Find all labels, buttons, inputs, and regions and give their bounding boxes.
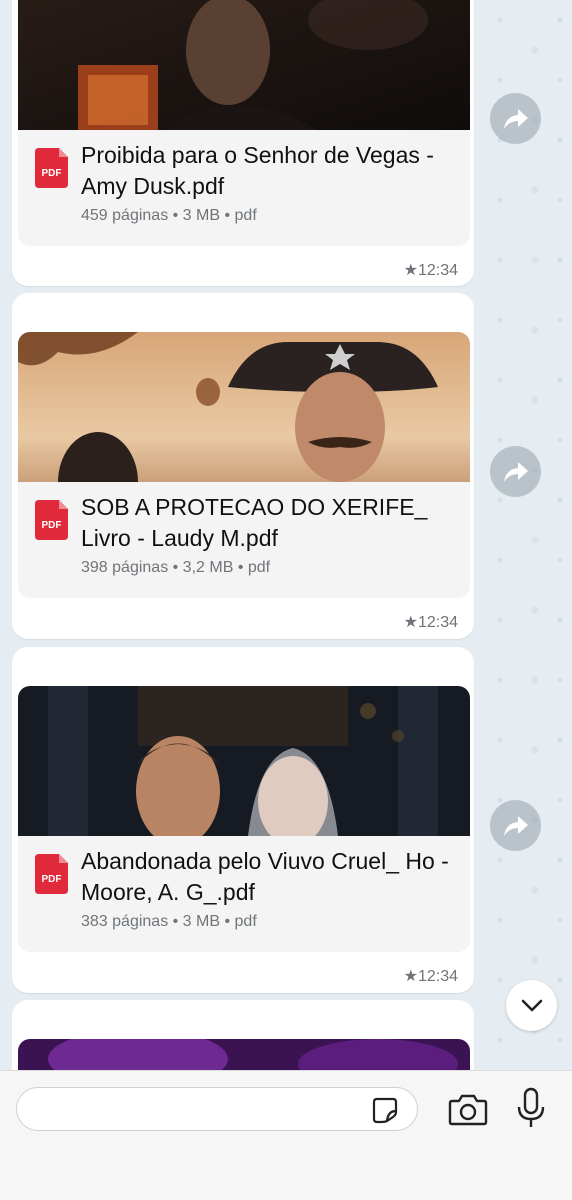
book-cover-thumbnail[interactable]: [18, 686, 470, 836]
forward-arrow-icon: [503, 461, 528, 482]
document-title: Proibida para o Senhor de Vegas - Amy Du…: [81, 142, 434, 199]
pdf-file-icon: PDF: [35, 854, 68, 894]
book-cover-thumbnail[interactable]: [18, 0, 470, 130]
message-input[interactable]: [16, 1087, 418, 1131]
document-card[interactable]: PDF Proibida para o Senhor de Vegas - Am…: [18, 130, 470, 246]
scroll-to-bottom-button[interactable]: [506, 980, 557, 1031]
document-meta: 459 páginas • 3 MB • pdf: [81, 207, 257, 224]
sticker-icon[interactable]: [371, 1096, 399, 1124]
cover-image: [18, 686, 470, 836]
camera-icon[interactable]: [448, 1092, 488, 1126]
cover-image: [18, 0, 470, 130]
star-icon: ★: [403, 614, 418, 631]
forward-button[interactable]: [490, 446, 541, 497]
forward-arrow-icon: [503, 108, 528, 129]
forward-button[interactable]: [490, 93, 541, 144]
document-title: Abandonada pelo Viuvo Cruel_ Ho - Moore,…: [81, 848, 449, 905]
star-icon: ★: [403, 968, 418, 985]
star-icon: ★: [403, 262, 418, 279]
chevron-down-icon: [521, 999, 542, 1011]
document-title: SOB A PROTECAO DO XERIFE_ Livro - Laudy …: [81, 494, 428, 551]
document-card[interactable]: PDF Abandonada pelo Viuvo Cruel_ Ho - Mo…: [18, 836, 470, 952]
microphone-icon[interactable]: [516, 1087, 546, 1129]
message-bubble[interactable]: PDF SOB A PROTECAO DO XERIFE_ Livro - La…: [12, 293, 474, 639]
message-time: ★12:34: [403, 262, 458, 279]
pdf-file-icon: PDF: [35, 148, 68, 188]
document-meta: 398 páginas • 3,2 MB • pdf: [81, 559, 271, 576]
pdf-label: PDF: [42, 168, 62, 179]
document-card[interactable]: PDF SOB A PROTECAO DO XERIFE_ Livro - La…: [18, 482, 470, 598]
composer-bar: [0, 1070, 572, 1200]
forward-button[interactable]: [490, 800, 541, 851]
cover-image: [18, 332, 470, 482]
pdf-label: PDF: [42, 874, 62, 885]
message-bubble[interactable]: PDF Proibida para o Senhor de Vegas - Am…: [12, 0, 474, 286]
pdf-file-icon: PDF: [35, 500, 68, 540]
message-bubble[interactable]: PDF Abandonada pelo Viuvo Cruel_ Ho - Mo…: [12, 647, 474, 993]
message-time: ★12:34: [403, 614, 458, 631]
book-cover-thumbnail[interactable]: [18, 332, 470, 482]
document-meta: 383 páginas • 3 MB • pdf: [81, 913, 257, 930]
forward-arrow-icon: [503, 815, 528, 836]
pdf-label: PDF: [42, 520, 62, 531]
message-time: ★12:34: [403, 968, 458, 985]
